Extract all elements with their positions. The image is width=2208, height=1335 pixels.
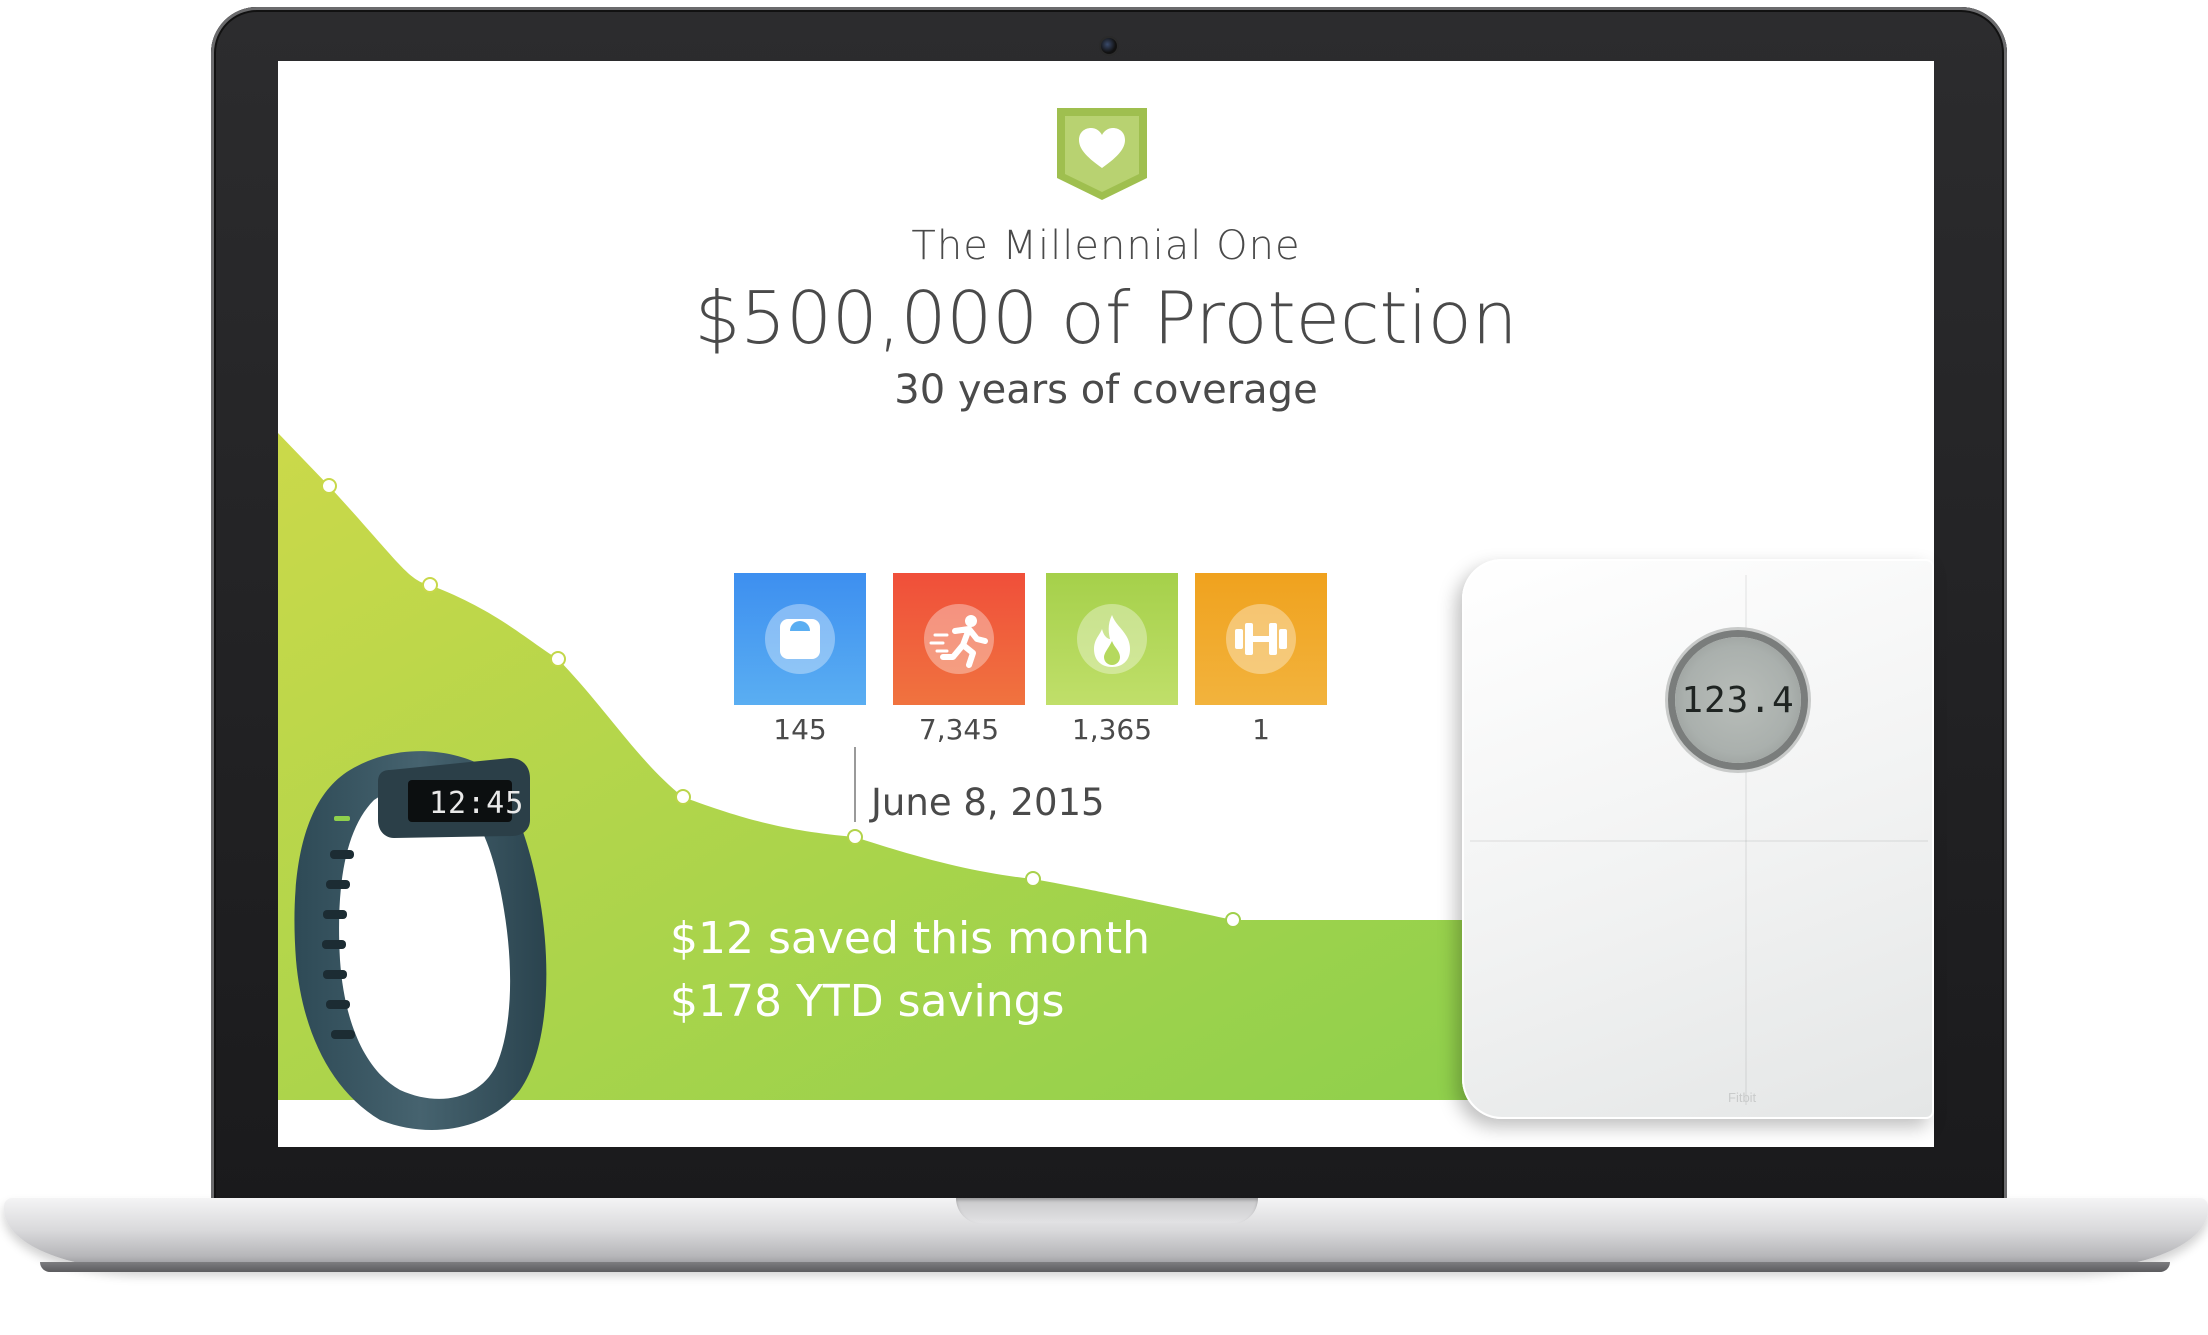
date-marker <box>854 747 856 822</box>
flame-icon <box>1094 615 1130 667</box>
chart-point[interactable] <box>321 478 337 494</box>
chart-point[interactable] <box>1025 871 1041 887</box>
tracker-time: 12:45 <box>429 786 525 821</box>
smart-scale-device <box>1462 559 1934 1119</box>
laptop-opening-notch <box>956 1198 1258 1224</box>
laptop-mockup: The Millennial One $500,000 of Protectio… <box>0 0 2208 1335</box>
chart-point[interactable] <box>1225 912 1241 928</box>
dumbbell-icon <box>1235 623 1287 655</box>
webcam-icon <box>1099 36 1119 56</box>
chart-point[interactable] <box>422 577 438 593</box>
metric-tile-weight[interactable] <box>734 573 866 705</box>
plan-tagline: The Millennial One <box>911 223 1301 269</box>
metric-tile-workouts[interactable] <box>1195 573 1327 705</box>
scale-brand-logo: Fitbit <box>1728 1090 1757 1105</box>
metric-value-weight: 145 <box>773 713 827 746</box>
timeline-date: June 8, 2015 <box>871 781 1105 824</box>
scale-icon <box>780 619 820 659</box>
chart-point[interactable] <box>847 829 863 845</box>
chart-point[interactable] <box>675 789 691 805</box>
metric-tile-calories[interactable] <box>1046 573 1178 705</box>
heart-shield-icon <box>1057 108 1147 200</box>
savings-ytd: $178 YTD savings <box>670 976 1065 1027</box>
metric-tile-steps[interactable] <box>893 573 1025 705</box>
scale-reading: 123.4 <box>1681 679 1795 721</box>
chart-point[interactable] <box>550 651 566 667</box>
metric-value-workouts: 1 <box>1252 713 1270 746</box>
coverage-term: 30 years of coverage <box>894 367 1318 413</box>
scale-display: 123.4 <box>1675 637 1801 763</box>
coverage-amount: $500,000 of Protection <box>694 276 1518 360</box>
running-icon <box>929 615 988 668</box>
savings-monthly: $12 saved this month <box>670 913 1150 964</box>
